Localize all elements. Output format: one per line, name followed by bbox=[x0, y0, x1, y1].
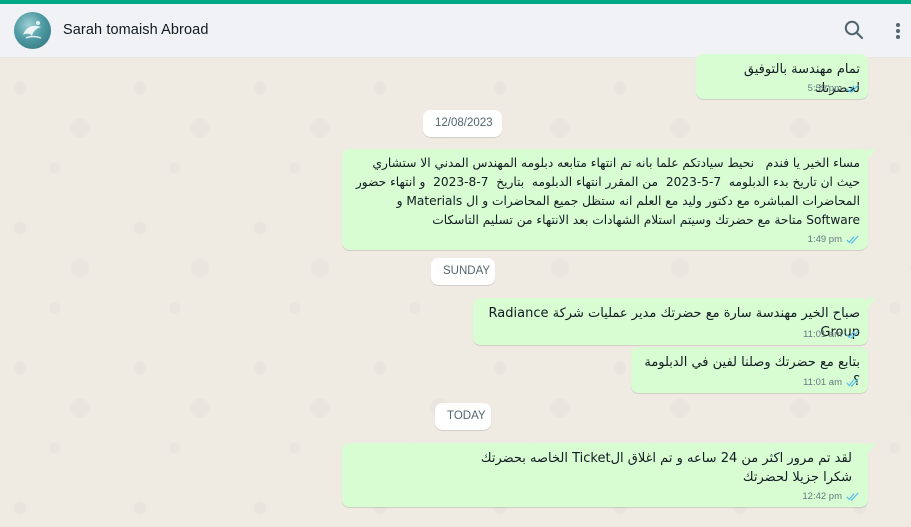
message-meta: 11:01 am bbox=[803, 329, 860, 340]
avatar-logo-icon bbox=[23, 21, 42, 39]
message-bubble-outgoing[interactable]: بتابع مع حضرتك وصلنا لفين في الدبلومة ؟ … bbox=[631, 347, 868, 393]
message-time: 12:42 pm bbox=[802, 491, 842, 502]
date-separator: TODAY bbox=[435, 403, 491, 430]
message-time: 1:49 pm bbox=[807, 234, 842, 245]
message-meta: 11:01 am bbox=[803, 377, 860, 388]
read-ticks-icon bbox=[846, 330, 859, 339]
date-separator: 12/08/2023 bbox=[423, 110, 502, 137]
chat-messages-area[interactable]: تمام مهندسة بالتوفيق لحضرتك 5:59 pm 12/0… bbox=[0, 54, 911, 527]
chat-header: Sarah tomaish Abroad bbox=[0, 4, 911, 58]
vertical-dots-menu-icon[interactable] bbox=[889, 19, 907, 43]
message-meta: 5:59 pm bbox=[808, 83, 860, 94]
contact-avatar[interactable] bbox=[14, 12, 51, 49]
date-separator: SUNDAY bbox=[431, 258, 495, 285]
message-text: مساء الخير يا فندم نحيط سيادتكم علما بان… bbox=[355, 156, 860, 227]
read-ticks-icon bbox=[846, 378, 859, 387]
message-time: 5:59 pm bbox=[807, 83, 842, 94]
message-bubble-outgoing[interactable]: مساء الخير يا فندم نحيط سيادتكم علما بان… bbox=[342, 149, 876, 250]
message-meta: 12:42 pm bbox=[802, 491, 860, 502]
message-text: لقد تم مرور اكثر من 24 ساعه و تم اغلاق ا… bbox=[480, 451, 852, 485]
message-bubble-outgoing[interactable]: صباح الخير مهندسة سارة مع حضرتك مدير عمل… bbox=[473, 298, 876, 345]
search-icon[interactable] bbox=[843, 19, 865, 41]
read-ticks-icon bbox=[846, 84, 859, 93]
read-ticks-icon bbox=[846, 235, 859, 244]
message-time: 11:01 am bbox=[803, 329, 842, 340]
read-ticks-icon bbox=[846, 492, 859, 501]
message-meta: 1:49 pm bbox=[808, 234, 860, 245]
message-bubble-outgoing[interactable]: تمام مهندسة بالتوفيق لحضرتك 5:59 pm bbox=[696, 54, 868, 99]
contact-name[interactable]: Sarah tomaish Abroad bbox=[63, 22, 208, 38]
message-bubble-outgoing[interactable]: لقد تم مرور اكثر من 24 ساعه و تم اغلاق ا… bbox=[342, 443, 876, 507]
message-time: 11:01 am bbox=[803, 377, 842, 388]
